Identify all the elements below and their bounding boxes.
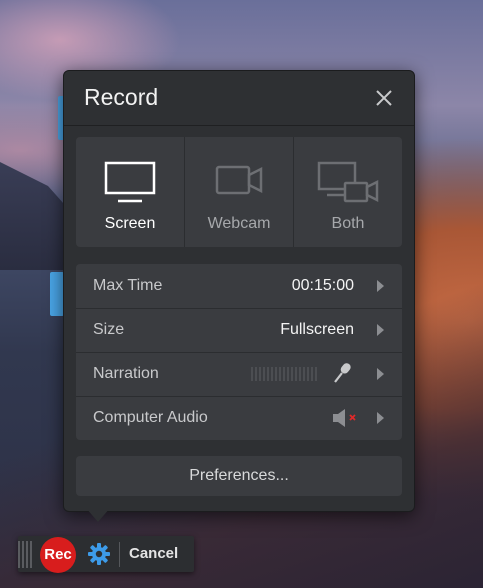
rec-button[interactable]: Rec (40, 537, 76, 573)
chevron-right-icon (377, 368, 384, 380)
recording-options-list: Max Time 00:15:00 Size Fullscreen Narrat… (76, 264, 402, 440)
background-window-edge (50, 272, 64, 316)
mode-webcam-button[interactable]: Webcam (185, 137, 294, 247)
chevron-right-icon (377, 324, 384, 336)
capture-mode-selector: Screen Webcam Both (76, 137, 402, 247)
monitor-icon (104, 161, 156, 203)
mode-screen-label: Screen (104, 215, 156, 232)
narration-label: Narration (93, 365, 159, 382)
size-value: Fullscreen (280, 321, 354, 338)
record-panel: Record Screen Webcam Both Max Time 00:15… (63, 70, 415, 512)
speaker-muted-icon (333, 409, 356, 427)
toolbar-divider (119, 542, 120, 567)
option-narration[interactable]: Narration (76, 352, 402, 397)
drag-handle[interactable] (18, 541, 32, 568)
audio-level-meter (251, 367, 317, 381)
recorder-toolbar: Rec Cancel (18, 536, 194, 573)
cancel-button[interactable]: Cancel (129, 545, 178, 562)
mode-both-label: Both (331, 215, 365, 232)
option-computer-audio[interactable]: Computer Audio (76, 396, 402, 440)
microphone-icon (334, 363, 351, 383)
panel-title: Record (84, 84, 159, 110)
close-icon[interactable] (373, 87, 395, 109)
chevron-right-icon (377, 412, 384, 424)
mode-screen-button[interactable]: Screen (76, 137, 185, 247)
option-size[interactable]: Size Fullscreen (76, 308, 402, 353)
size-label: Size (93, 321, 125, 338)
chevron-right-icon (377, 280, 384, 292)
preferences-button[interactable]: Preferences... (76, 456, 402, 496)
panel-pointer (86, 508, 110, 522)
option-max-time[interactable]: Max Time 00:15:00 (76, 264, 402, 309)
max-time-value: 00:15:00 (291, 277, 354, 294)
computer-audio-label: Computer Audio (93, 409, 208, 426)
gear-icon[interactable] (88, 543, 110, 565)
panel-header: Record (64, 71, 414, 126)
mode-webcam-label: Webcam (207, 215, 271, 232)
max-time-label: Max Time (93, 277, 163, 294)
camera-icon (215, 165, 263, 195)
mode-both-button[interactable]: Both (294, 137, 402, 247)
screen-and-camera-icon (317, 161, 379, 203)
